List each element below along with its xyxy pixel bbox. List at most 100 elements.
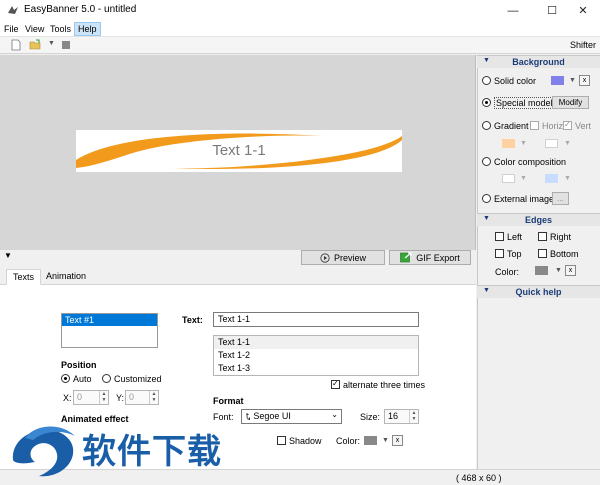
checkbox-icon xyxy=(495,249,504,258)
stop-icon[interactable] xyxy=(60,39,72,51)
alternate-checkbox[interactable]: alternate three times xyxy=(331,379,426,390)
maximize-button[interactable]: ☐ xyxy=(535,0,569,21)
position-customized-radio[interactable]: Customized xyxy=(102,374,162,384)
gradient-end-swatch[interactable] xyxy=(545,139,558,148)
shadow-checkbox[interactable]: Shadow xyxy=(277,436,322,446)
composition-swatch-1[interactable] xyxy=(502,174,515,183)
list-item[interactable]: Text #1 xyxy=(62,314,157,326)
alternate-label: alternate three times xyxy=(343,380,426,390)
horiz-label: Horiz xyxy=(542,121,564,131)
banner-preview[interactable]: Text 1-1 xyxy=(76,130,402,172)
gif-export-button[interactable]: GIF Export xyxy=(389,250,471,265)
edge-right-checkbox[interactable]: Right xyxy=(538,232,571,242)
list-item[interactable]: Text 1-3 xyxy=(214,362,418,375)
color-composition-radio[interactable]: Color composition xyxy=(482,157,566,167)
spinner-arrows-icon[interactable]: ▲ ▼ xyxy=(149,391,158,404)
edge-top-checkbox[interactable]: Top xyxy=(495,249,522,259)
solid-color-swatch[interactable] xyxy=(551,76,564,85)
text-field-label: Text: xyxy=(182,315,203,325)
text-color-label: Color: xyxy=(336,436,361,446)
edge-right-label: Right xyxy=(550,232,572,242)
checkbox-icon xyxy=(563,120,572,130)
edge-bottom-checkbox[interactable]: Bottom xyxy=(538,249,579,259)
solid-color-label: Solid color xyxy=(494,76,537,86)
vert-checkbox[interactable]: Vert xyxy=(563,120,591,131)
open-folder-icon[interactable] xyxy=(29,39,41,51)
text-items-list[interactable]: Text #1 xyxy=(61,313,158,348)
horiz-checkbox[interactable]: Horiz xyxy=(530,121,563,131)
spinner-arrows-icon[interactable]: ▲ ▼ xyxy=(409,410,418,423)
clear-text-color-button[interactable]: x xyxy=(392,435,403,446)
modify-button[interactable]: Modify xyxy=(552,96,589,109)
open-dropdown-chevron-icon[interactable]: ▼ xyxy=(48,40,55,47)
list-item[interactable]: Text 1-2 xyxy=(214,349,418,362)
edge-bottom-label: Bottom xyxy=(550,249,579,259)
x-label: X: xyxy=(63,393,72,403)
clear-solid-color-button[interactable]: x xyxy=(579,75,590,86)
checkbox-icon xyxy=(495,232,504,241)
chevron-down-icon[interactable]: ▼ xyxy=(520,140,527,147)
composition-swatch-2[interactable] xyxy=(545,174,558,183)
edge-color-swatch[interactable] xyxy=(535,266,548,275)
menu-tools[interactable]: Tools xyxy=(50,24,71,34)
edges-header-label: Edges xyxy=(524,215,552,225)
right-panel xyxy=(477,55,600,469)
menu-help[interactable]: Help xyxy=(74,22,101,36)
edge-left-checkbox[interactable]: Left xyxy=(495,232,522,242)
text-color-swatch[interactable] xyxy=(364,436,377,445)
size-spinner[interactable]: 16 ▲ ▼ xyxy=(384,409,419,424)
list-item[interactable]: Text 1-1 xyxy=(214,336,418,349)
x-spinner[interactable]: 0 ▲ ▼ xyxy=(73,390,109,405)
menu-view[interactable]: View xyxy=(25,24,44,34)
color-composition-label: Color composition xyxy=(494,157,567,167)
format-heading: Format xyxy=(213,396,244,406)
close-button[interactable]: ✕ xyxy=(566,0,600,21)
text-lines-list[interactable]: Text 1-1 Text 1-2 Text 1-3 xyxy=(213,335,419,376)
size-label: Size: xyxy=(360,412,381,422)
tab-animation[interactable]: Animation xyxy=(40,269,92,285)
shifter-label[interactable]: Shifter xyxy=(570,40,596,50)
special-model-radio[interactable]: Special model xyxy=(482,97,555,109)
text-input[interactable]: Text 1-1 xyxy=(213,312,419,327)
checkbox-icon xyxy=(530,121,539,130)
browse-image-button[interactable]: ... xyxy=(552,192,569,205)
background-section-header[interactable]: ▼ Background xyxy=(477,55,600,68)
preview-button[interactable]: Preview xyxy=(301,250,385,265)
y-label: Y: xyxy=(116,393,125,403)
new-file-icon[interactable] xyxy=(10,39,22,51)
menu-file[interactable]: File xyxy=(4,24,19,34)
menu-bar: File View Tools Help xyxy=(0,21,600,37)
chevron-down-icon[interactable]: ▼ xyxy=(569,77,576,84)
chevron-down-icon[interactable]: ▼ xyxy=(564,175,571,182)
gradient-radio[interactable]: Gradient xyxy=(482,121,529,131)
banner-dimensions: ( 468 x 60 ) xyxy=(456,473,502,483)
quick-help-header-label: Quick help xyxy=(515,287,562,297)
radio-icon xyxy=(102,374,111,383)
edge-left-label: Left xyxy=(507,232,523,242)
minimize-button[interactable]: — xyxy=(496,0,530,21)
position-auto-radio[interactable]: Auto xyxy=(61,374,92,384)
size-value: 16 xyxy=(388,411,399,421)
quick-help-section-header[interactable]: ▼ Quick help xyxy=(477,285,600,298)
collapse-triangle-icon[interactable]: ▼ xyxy=(4,251,12,260)
gif-export-icon xyxy=(400,252,412,263)
banner-text: Text 1-1 xyxy=(212,142,266,159)
title-bar: EasyBanner 5.0 - untitled — ☐ ✕ xyxy=(0,0,600,21)
checkbox-icon xyxy=(331,379,340,389)
checkbox-icon xyxy=(538,249,547,258)
y-value: 0 xyxy=(129,392,135,402)
chevron-down-icon[interactable]: ▼ xyxy=(564,140,571,147)
x-value: 0 xyxy=(77,392,83,402)
edges-section-header[interactable]: ▼ Edges xyxy=(477,213,600,226)
external-image-radio[interactable]: External image xyxy=(482,194,554,204)
gradient-start-swatch[interactable] xyxy=(502,139,515,148)
play-circle-icon xyxy=(320,252,330,263)
y-spinner[interactable]: 0 ▲ ▼ xyxy=(125,390,159,405)
chevron-down-icon[interactable]: ▼ xyxy=(520,175,527,182)
chevron-down-icon[interactable]: ▼ xyxy=(555,267,562,274)
clear-edge-color-button[interactable]: x xyxy=(565,265,576,276)
tab-texts[interactable]: Texts xyxy=(6,269,42,285)
chevron-down-icon[interactable]: ▼ xyxy=(382,437,389,444)
solid-color-radio[interactable]: Solid color xyxy=(482,76,536,86)
spinner-arrows-icon[interactable]: ▲ ▼ xyxy=(99,391,108,404)
